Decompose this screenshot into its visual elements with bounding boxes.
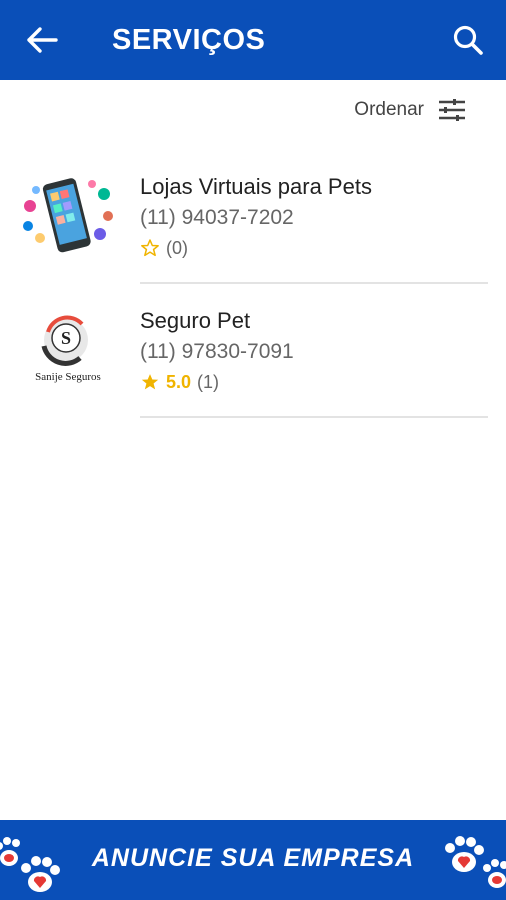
listing-name: Seguro Pet: [140, 308, 251, 333]
svg-text:S: S: [61, 328, 71, 348]
sort-control[interactable]: Ordenar: [354, 92, 466, 128]
listing-thumbnail: S Sanije Seguros: [20, 310, 116, 390]
listing-name: Lojas Virtuais para Pets: [140, 174, 372, 199]
filled-star-icon: [141, 374, 159, 390]
divider: [140, 416, 488, 418]
listing-details: Lojas Virtuais para Pets (11) 94037-7202…: [140, 172, 488, 262]
empty-star-icon: [141, 239, 159, 257]
advertise-banner[interactable]: ANUNCIE SUA EMPRESA: [0, 820, 506, 900]
rating-count: (1): [197, 372, 220, 392]
search-icon: [453, 25, 483, 55]
list-item[interactable]: S Sanije Seguros Seguro Pet (11) 97830-7…: [0, 284, 506, 418]
page-title: SERVIÇOS: [112, 23, 266, 56]
services-list: Lojas Virtuais para Pets (11) 94037-7202…: [0, 150, 506, 418]
listing-phone[interactable]: (11) 94037-7202: [140, 202, 488, 234]
search-button[interactable]: [448, 20, 488, 60]
logo-text: Sanije Seguros: [35, 371, 101, 383]
banner-text: ANUNCIE SUA EMPRESA: [91, 844, 415, 872]
listing-rating: (0): [140, 234, 488, 262]
list-item[interactable]: Lojas Virtuais para Pets (11) 94037-7202…: [0, 150, 506, 284]
listing-details: Seguro Pet (11) 97830-7091 5.0 (1): [140, 306, 488, 396]
sliders-icon: [439, 99, 465, 121]
app-bar: SERVIÇOS: [0, 0, 506, 80]
sort-label: Ordenar: [354, 99, 424, 120]
back-button[interactable]: [12, 0, 72, 80]
paw-icon: [445, 836, 484, 872]
listing-rating: 5.0 (1): [140, 368, 488, 396]
paw-icon: [483, 859, 506, 888]
listing-thumbnail: [20, 176, 116, 256]
rating-count: (0): [166, 238, 188, 258]
phone-apps-image: [23, 178, 113, 253]
rating-score: 5.0: [166, 372, 192, 392]
arrow-left-icon: [27, 27, 58, 53]
listing-phone[interactable]: (11) 97830-7091: [140, 336, 488, 368]
sanije-seguros-logo: S Sanije Seguros: [35, 315, 101, 383]
